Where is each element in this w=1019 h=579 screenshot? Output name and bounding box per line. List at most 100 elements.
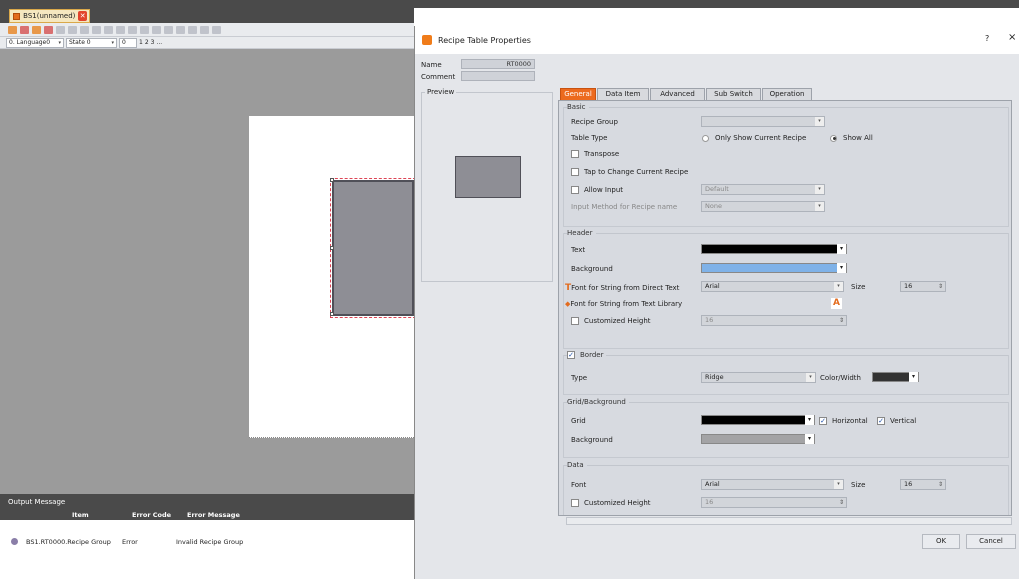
app-icon [422, 35, 432, 45]
layer-2-button[interactable]: 2 [145, 39, 149, 46]
data-size-spinner[interactable]: 16 ⇕ [900, 479, 946, 490]
input-method-label: Input Method for Recipe name [571, 203, 678, 211]
only-current-radio[interactable]: Only Show Current Recipe [702, 134, 806, 142]
data-title: Data [567, 461, 587, 469]
ok-button[interactable]: OK [922, 534, 960, 549]
grid-background-color-picker[interactable]: ▾ [701, 434, 815, 444]
tool-icon[interactable] [32, 25, 41, 34]
tool-icon[interactable] [176, 25, 185, 34]
close-button[interactable]: × [1008, 32, 1016, 43]
resize-handle[interactable] [330, 312, 334, 316]
tab-advanced[interactable]: Advanced [650, 88, 705, 100]
radio-icon [830, 134, 837, 142]
vertical-scrollbar[interactable] [1013, 82, 1019, 516]
header-height-spinner[interactable]: 16 ⇕ [701, 315, 847, 326]
tool-icon[interactable] [68, 25, 77, 34]
grid-label: Grid [571, 417, 586, 425]
comment-field[interactable] [461, 71, 535, 81]
tool-icon[interactable] [140, 25, 149, 34]
column-error-code[interactable]: Error Code [132, 511, 171, 519]
allow-input-checkbox[interactable]: Allow Input [571, 186, 623, 194]
input-method-select[interactable]: None ▾ [701, 201, 825, 212]
chevron-down-icon: ▾ [837, 263, 846, 273]
horizontal-scrollbar[interactable] [566, 517, 1012, 525]
column-item[interactable]: Item [72, 511, 89, 519]
toolbar-selectors: 0. Language0 ▾ State 0 ▾ 0 1 2 3 ... [0, 37, 414, 49]
tool-icon[interactable] [212, 25, 221, 34]
tool-icon[interactable] [20, 25, 29, 34]
header-customized-height-checkbox[interactable]: Customized Height [571, 317, 651, 325]
preview-label: Preview [425, 88, 457, 96]
tap-change-checkbox[interactable]: Tap to Change Current Recipe [571, 168, 688, 176]
tool-icon[interactable] [8, 25, 17, 34]
layer-select[interactable]: 0 [119, 37, 137, 48]
name-field[interactable]: RT0000 [461, 59, 535, 69]
font-library-label: ◆Font for String from Text Library [565, 300, 683, 308]
font-direct-label: TFont for String from Direct Text [565, 283, 680, 293]
chevron-down-icon: ▾ [909, 372, 918, 382]
dialog-title: Recipe Table Properties [438, 35, 531, 45]
data-section [563, 465, 1009, 515]
chevron-down-icon: ▾ [815, 185, 824, 194]
tool-icon[interactable] [200, 25, 209, 34]
show-all-radio[interactable]: Show All [830, 134, 873, 142]
tool-icon[interactable] [80, 25, 89, 34]
tab-data-item[interactable]: Data Item [597, 88, 649, 100]
tab-sub-switch[interactable]: Sub Switch [706, 88, 761, 100]
resize-handle[interactable] [330, 178, 334, 182]
chevron-down-icon: ▾ [815, 202, 824, 211]
allow-input-select[interactable]: Default ▾ [701, 184, 825, 195]
header-size-spinner[interactable]: 16 ⇕ [900, 281, 946, 292]
border-color-picker[interactable]: ▾ [872, 372, 919, 382]
more-layers-button[interactable]: ... [156, 39, 162, 46]
document-tab[interactable]: BS1(unnamed) ✕ [9, 9, 90, 23]
tab-operation[interactable]: Operation [762, 88, 812, 100]
basic-title: Basic [567, 103, 589, 111]
cancel-button[interactable]: Cancel [966, 534, 1016, 549]
font-library-button[interactable]: A [831, 298, 842, 309]
tool-icon[interactable] [56, 25, 65, 34]
chevron-down-icon: ▾ [834, 282, 843, 291]
header-text-color-picker[interactable]: ▾ [701, 244, 847, 254]
spinner-icon: ⇕ [937, 481, 943, 488]
horizontal-checkbox[interactable]: Horizontal [819, 417, 868, 425]
tool-icon[interactable] [104, 25, 113, 34]
layer-1-button[interactable]: 1 [139, 39, 143, 46]
close-tab-icon[interactable]: ✕ [78, 11, 87, 21]
grid-section [563, 402, 1009, 458]
recipe-table-object[interactable] [330, 178, 416, 318]
tool-icon[interactable] [152, 25, 161, 34]
border-type-select[interactable]: Ridge ▾ [701, 372, 816, 383]
transpose-checkbox[interactable]: Transpose [571, 150, 619, 158]
state-select[interactable]: State 0 ▾ [66, 37, 117, 48]
header-font-select[interactable]: Arial ▾ [701, 281, 844, 292]
column-error-message[interactable]: Error Message [187, 511, 240, 519]
dialog-titlebar: Recipe Table Properties ? × [415, 26, 1019, 54]
chevron-down-icon: ▾ [805, 415, 814, 425]
tool-icon[interactable] [188, 25, 197, 34]
tool-icon[interactable] [116, 25, 125, 34]
help-button[interactable]: ? [985, 34, 989, 43]
vertical-checkbox[interactable]: Vertical [877, 417, 916, 425]
chevron-down-icon: ▾ [805, 434, 814, 444]
output-list: BS1.RT0000.Recipe Group Error Invalid Re… [0, 520, 414, 579]
table-type-label: Table Type [571, 134, 608, 142]
tool-icon[interactable] [164, 25, 173, 34]
layer-3-button[interactable]: 3 [151, 39, 155, 46]
tool-icon[interactable] [44, 25, 53, 34]
document-tab-title: BS1(unnamed) [23, 12, 76, 20]
grid-color-picker[interactable]: ▾ [701, 415, 815, 425]
tool-icon[interactable] [92, 25, 101, 34]
header-background-color-picker[interactable]: ▾ [701, 263, 847, 273]
language-select[interactable]: 0. Language0 ▾ [6, 37, 64, 48]
resize-handle[interactable] [330, 246, 334, 250]
chevron-down-icon: ▾ [837, 244, 846, 254]
tab-general[interactable]: General [560, 88, 596, 100]
data-height-spinner[interactable]: 16 ⇕ [701, 497, 847, 508]
tool-icon[interactable] [128, 25, 137, 34]
border-checkbox[interactable]: Border [567, 351, 607, 359]
data-customized-height-checkbox[interactable]: Customized Height [571, 499, 651, 507]
data-font-select[interactable]: Arial ▾ [701, 479, 844, 490]
border-type-label: Type [571, 374, 588, 382]
recipe-group-select[interactable]: ▾ [701, 116, 825, 127]
